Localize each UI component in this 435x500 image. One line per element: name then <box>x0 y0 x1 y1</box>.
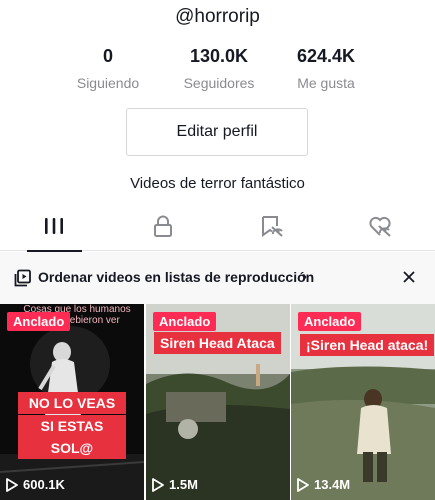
video-overlay-text: NO LO VEAS <box>18 392 126 414</box>
profile-stats: 0 Siguiendo 130.0K Seguidores 624.4K Me … <box>0 46 435 92</box>
view-count: 13.4M <box>297 477 350 492</box>
stat-following-label: Siguiendo <box>76 75 140 91</box>
stat-following[interactable]: 0 Siguiendo <box>48 46 168 91</box>
profile-bio: Videos de terror fantástico <box>130 175 305 192</box>
play-icon <box>297 477 309 492</box>
saved-icon <box>260 215 284 242</box>
view-count: 600.1K <box>6 477 65 492</box>
video-title: ¡Siren Head ataca! <box>300 334 435 356</box>
view-count-value: 1.5M <box>169 477 198 492</box>
liked-icon <box>368 215 392 242</box>
pinned-badge: Anclado <box>298 312 362 331</box>
tab-videos[interactable] <box>0 205 108 252</box>
tab-liked[interactable] <box>326 205 434 251</box>
play-icon <box>6 477 18 492</box>
play-icon <box>152 477 164 492</box>
stat-likes-value: 624.4K <box>296 46 356 66</box>
video-tile[interactable]: Cosas que los humanos nunca debieron ver… <box>0 304 144 500</box>
profile-tabs <box>0 205 435 252</box>
video-overlay-text: SI ESTAS SOL@ <box>18 415 126 459</box>
video-tile[interactable]: Anclado Siren Head Ataca 1.5M <box>146 304 290 500</box>
stat-followers-value: 130.0K <box>189 46 249 66</box>
playlist-banner-text: Ordenar videos en listas de reproducción <box>38 269 315 285</box>
tab-saved[interactable] <box>218 205 326 251</box>
pinned-badge: Anclado <box>7 312 71 331</box>
video-grid: Cosas que los humanos nunca debieron ver… <box>0 304 435 500</box>
view-count-value: 13.4M <box>314 477 351 492</box>
stat-followers[interactable]: 130.0K Seguidores <box>159 46 279 91</box>
stat-likes[interactable]: 624.4K Me gusta <box>266 46 386 91</box>
stat-followers-label: Seguidores <box>183 75 255 91</box>
playlist-icon <box>14 269 32 292</box>
grid-icon <box>44 217 64 240</box>
chevron-right-icon: › <box>302 268 307 285</box>
profile-username: @horrorip <box>175 6 260 27</box>
tab-private[interactable] <box>109 205 217 251</box>
view-count: 1.5M <box>152 477 198 492</box>
stat-following-value: 0 <box>102 46 113 66</box>
view-count-value: 600.1K <box>23 477 65 492</box>
video-title: Siren Head Ataca <box>154 332 281 354</box>
close-icon[interactable] <box>398 266 420 288</box>
playlist-banner[interactable]: Ordenar videos en listas de reproducción… <box>0 252 435 304</box>
pinned-badge: Anclado <box>153 312 217 331</box>
video-tile[interactable]: Anclado ¡Siren Head ataca! 13.4M <box>291 304 435 500</box>
lock-icon <box>153 215 173 242</box>
edit-profile-button[interactable]: Editar perfil <box>126 108 308 156</box>
stat-likes-label: Me gusta <box>297 75 355 91</box>
